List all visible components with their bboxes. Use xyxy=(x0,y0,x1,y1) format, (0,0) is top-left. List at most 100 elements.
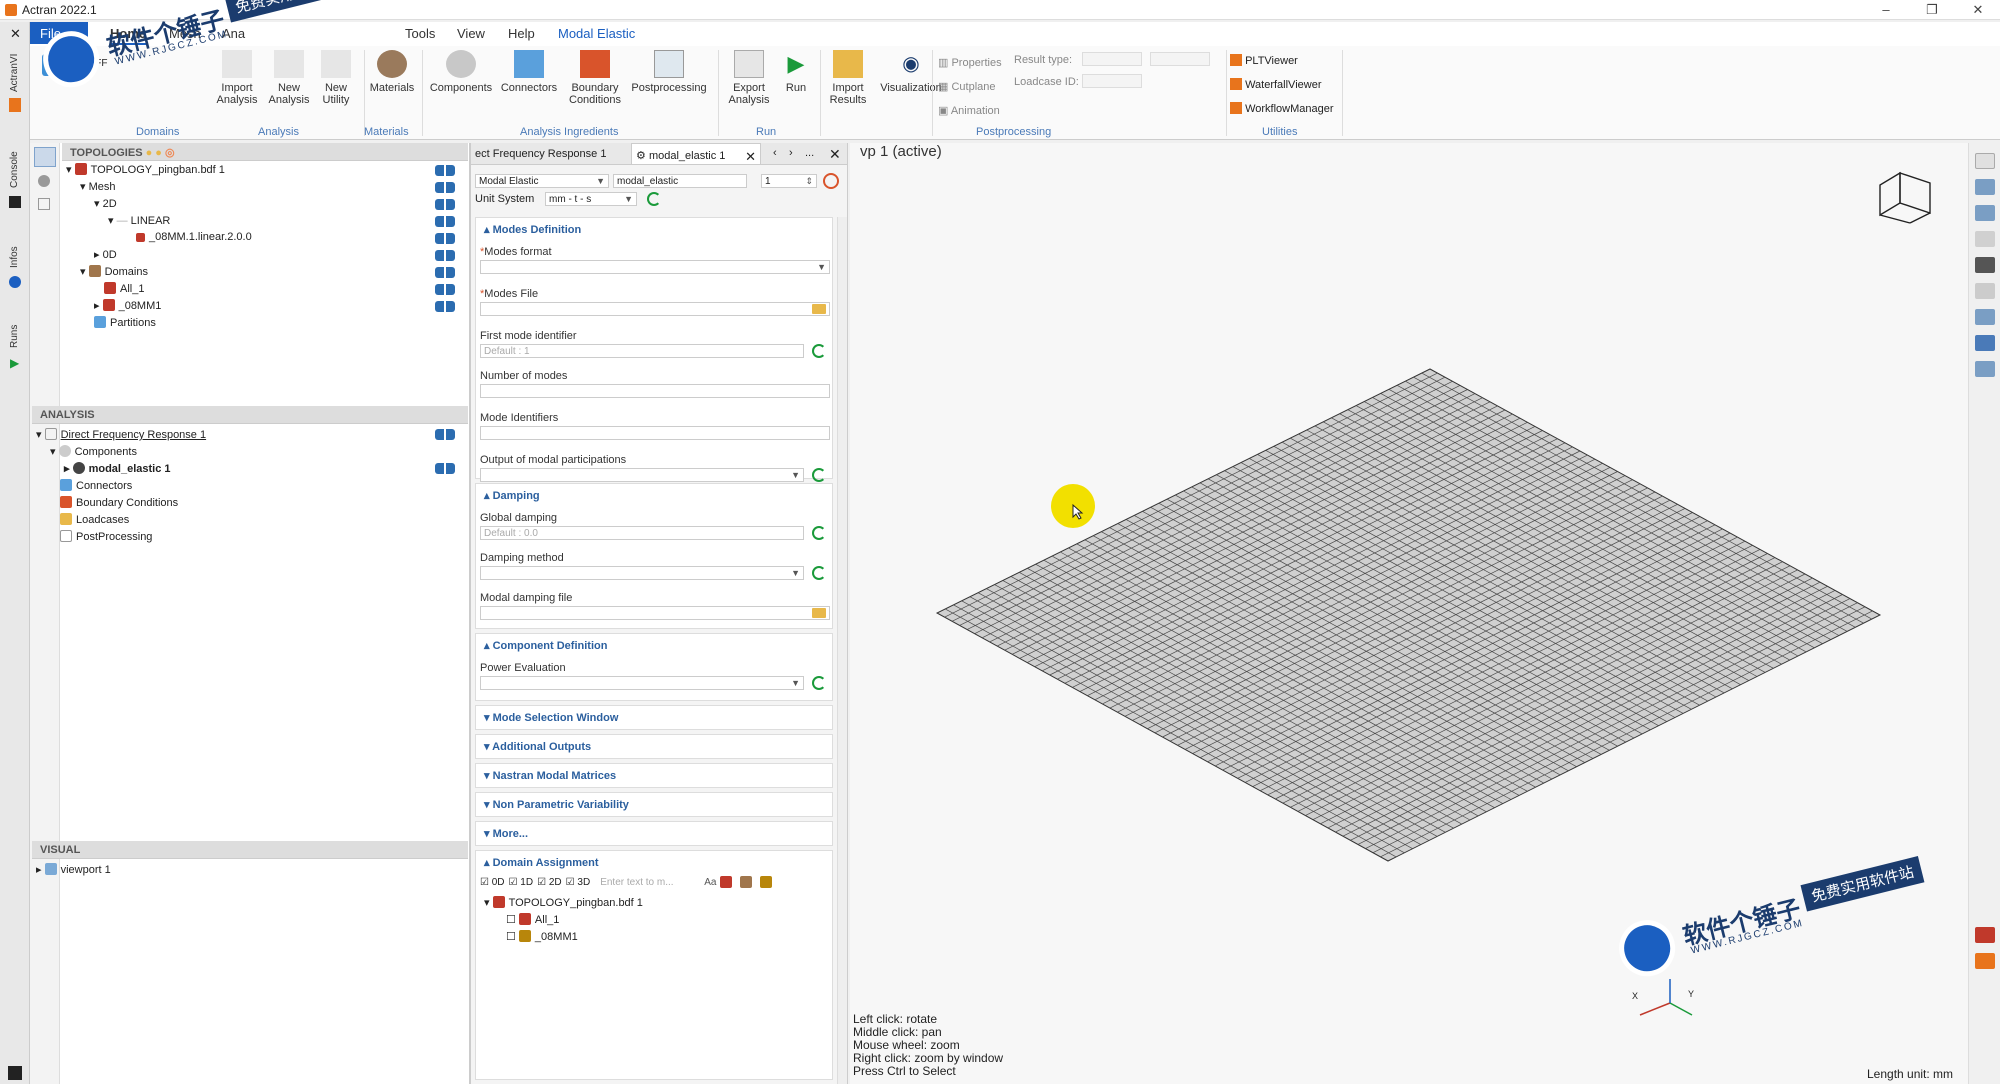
num-modes-input[interactable] xyxy=(480,384,830,398)
new-utility-button[interactable]: New Utility xyxy=(314,50,358,106)
output-modal-select[interactable]: ▼ xyxy=(480,468,804,482)
refresh-icon[interactable] xyxy=(812,526,826,540)
frame-tool-icon[interactable] xyxy=(38,198,50,210)
tab-console[interactable]: Console xyxy=(9,151,20,188)
result-type-select[interactable] xyxy=(1082,52,1142,66)
camera-icon[interactable] xyxy=(1974,257,1995,273)
mode-selection-section[interactable]: ▾ Mode Selection Window xyxy=(475,705,833,730)
run-button[interactable]: ▶ Run xyxy=(778,50,814,94)
filter-3d[interactable]: ☑ 3D xyxy=(566,877,591,888)
nastran-matrices-section[interactable]: ▾ Nastran Modal Matrices xyxy=(475,763,833,788)
close-icon[interactable]: ✕ xyxy=(1958,0,1998,20)
unit-system-select[interactable]: mm - t - s ▼ xyxy=(545,192,637,206)
damping-header[interactable]: ▴ Damping xyxy=(476,484,832,507)
animation-button[interactable]: ▣ Animation xyxy=(938,104,1000,117)
waterfallviewer-button[interactable]: WaterfallViewer xyxy=(1230,78,1321,91)
tree-item-viewport[interactable]: ▸ viewport 1 xyxy=(36,863,111,876)
paint-icon[interactable] xyxy=(760,876,773,888)
result-type-select-2[interactable] xyxy=(1150,52,1210,66)
refresh-icon[interactable] xyxy=(812,676,826,690)
tab-modal-elastic-editor[interactable]: ⚙ modal_elastic 1 ✕ xyxy=(631,143,761,165)
dtree-08mm1[interactable]: ☐ _08MM1 xyxy=(484,930,824,947)
fit-view-icon[interactable] xyxy=(1974,179,1995,195)
tool-icon[interactable] xyxy=(1974,953,1995,969)
dtree-all1[interactable]: ☐ All_1 xyxy=(484,913,824,930)
modes-file-input[interactable] xyxy=(480,302,830,316)
filter-text-input[interactable]: Enter text to m... xyxy=(600,877,700,888)
global-damping-input[interactable]: Default : 0.0 xyxy=(480,526,804,540)
minimize-icon[interactable]: – xyxy=(1866,0,1906,20)
tab-modal-elastic[interactable]: Modal Elastic xyxy=(558,26,635,41)
hat-icon[interactable] xyxy=(1974,361,1995,377)
tab-prev-icon[interactable]: ‹ xyxy=(773,147,777,159)
light-icon[interactable] xyxy=(1974,283,1995,299)
tab-next-icon[interactable]: › xyxy=(789,147,793,159)
restore-icon[interactable]: ❐ xyxy=(1912,0,1952,20)
topology-tool-icon[interactable] xyxy=(34,147,56,167)
form-scrollbar[interactable] xyxy=(837,217,847,1084)
import-results-button[interactable]: Import Results xyxy=(820,50,876,106)
cutplane-button[interactable]: ▦ Cutplane xyxy=(938,80,996,93)
export-analysis-button[interactable]: Export Analysis xyxy=(722,50,776,106)
match-case-button[interactable]: Aa xyxy=(704,877,716,888)
properties-button[interactable]: ▥ Properties xyxy=(938,56,1002,69)
component-name-input[interactable]: modal_elastic xyxy=(613,174,747,188)
tab-dfr[interactable]: ect Frequency Response 1 xyxy=(475,148,606,160)
tree-item-postprocessing[interactable]: PostProcessing xyxy=(36,530,416,547)
boundary-conditions-button[interactable]: Boundary Conditions xyxy=(564,50,626,106)
domain-assignment-header[interactable]: ▴ Domain Assignment xyxy=(476,851,832,874)
tab-infos[interactable]: Infos xyxy=(9,246,20,268)
modes-definition-header[interactable]: ▴ Modes Definition xyxy=(476,218,832,241)
terminal-icon[interactable] xyxy=(8,1066,22,1080)
postprocessing-button[interactable]: Postprocessing xyxy=(628,50,710,94)
dtree-topology[interactable]: ▾ TOPOLOGY_pingban.bdf 1 xyxy=(484,896,824,913)
tree-item-partitions[interactable]: Partitions xyxy=(66,316,446,333)
tab-more-button[interactable]: ... xyxy=(805,147,814,159)
tree-item-connectors[interactable]: Connectors xyxy=(36,479,416,496)
tab-view[interactable]: View xyxy=(457,26,485,41)
filter-1d[interactable]: ☑ 1D xyxy=(509,877,534,888)
materials-button[interactable]: Materials xyxy=(364,50,420,94)
select-all-icon[interactable] xyxy=(740,876,753,888)
tree-item-topology[interactable]: ▾ TOPOLOGY_pingban.bdf 1 xyxy=(66,163,446,180)
components-button[interactable]: Components xyxy=(426,50,496,94)
tree-item-dfr[interactable]: ▾ Direct Frequency Response 1 xyxy=(36,428,416,445)
non-parametric-section[interactable]: ▾ Non Parametric Variability xyxy=(475,792,833,817)
component-definition-header[interactable]: ▴ Component Definition xyxy=(476,634,832,657)
connectors-button[interactable]: Connectors xyxy=(496,50,562,94)
workflowmanager-button[interactable]: WorkflowManager xyxy=(1230,102,1334,115)
tree-item-2d[interactable]: ▾ 2D xyxy=(66,197,446,214)
refresh-icon[interactable] xyxy=(647,192,661,206)
image-icon[interactable] xyxy=(1974,309,1995,325)
modes-format-select[interactable]: ▼ xyxy=(480,260,830,274)
filter-0d[interactable]: ☑ 0D xyxy=(480,877,505,888)
tree-item-08mm-linear[interactable]: _08MM.1.linear.2.0.0 xyxy=(66,231,446,248)
select-icon[interactable] xyxy=(720,876,733,888)
visualization-button[interactable]: ◉ Visualization xyxy=(876,50,946,94)
tree-item-boundary[interactable]: Boundary Conditions xyxy=(36,496,416,513)
layout-icon[interactable] xyxy=(1974,231,1995,247)
tab-help[interactable]: Help xyxy=(508,26,535,41)
filter-2d[interactable]: ☑ 2D xyxy=(537,877,562,888)
cube-icon[interactable] xyxy=(1974,927,1995,943)
domain-tool-icon[interactable] xyxy=(38,175,50,187)
tree-item-loadcases[interactable]: Loadcases xyxy=(36,513,416,530)
damping-method-select[interactable]: ▼ xyxy=(480,566,804,580)
tree-item-08mm1[interactable]: ▸ _08MM1 xyxy=(66,299,446,316)
tree-item-modal-elastic[interactable]: ▸ modal_elastic 1 xyxy=(36,462,416,479)
more-section[interactable]: ▾ More... xyxy=(475,821,833,846)
tab-runs[interactable]: Runs xyxy=(9,325,20,348)
modal-damping-file-input[interactable] xyxy=(480,606,830,620)
tree-item-linear[interactable]: ▾ — LINEAR xyxy=(66,214,446,231)
tree-item-mesh[interactable]: ▾ Mesh xyxy=(66,180,446,197)
toggle-icon[interactable] xyxy=(435,463,455,474)
tab-actranvi[interactable]: ActranVI xyxy=(9,54,20,92)
tree-item-domains[interactable]: ▾ Domains xyxy=(66,265,446,282)
mode-ids-input[interactable] xyxy=(480,426,830,440)
loadcase-id-select[interactable] xyxy=(1082,74,1142,88)
help-icon[interactable] xyxy=(823,173,839,189)
screen-icon[interactable] xyxy=(1974,153,1995,169)
additional-outputs-section[interactable]: ▾ Additional Outputs xyxy=(475,734,833,759)
tree-item-all1[interactable]: All_1 xyxy=(66,282,446,299)
component-type-select[interactable]: Modal Elastic ▼ xyxy=(475,174,609,188)
